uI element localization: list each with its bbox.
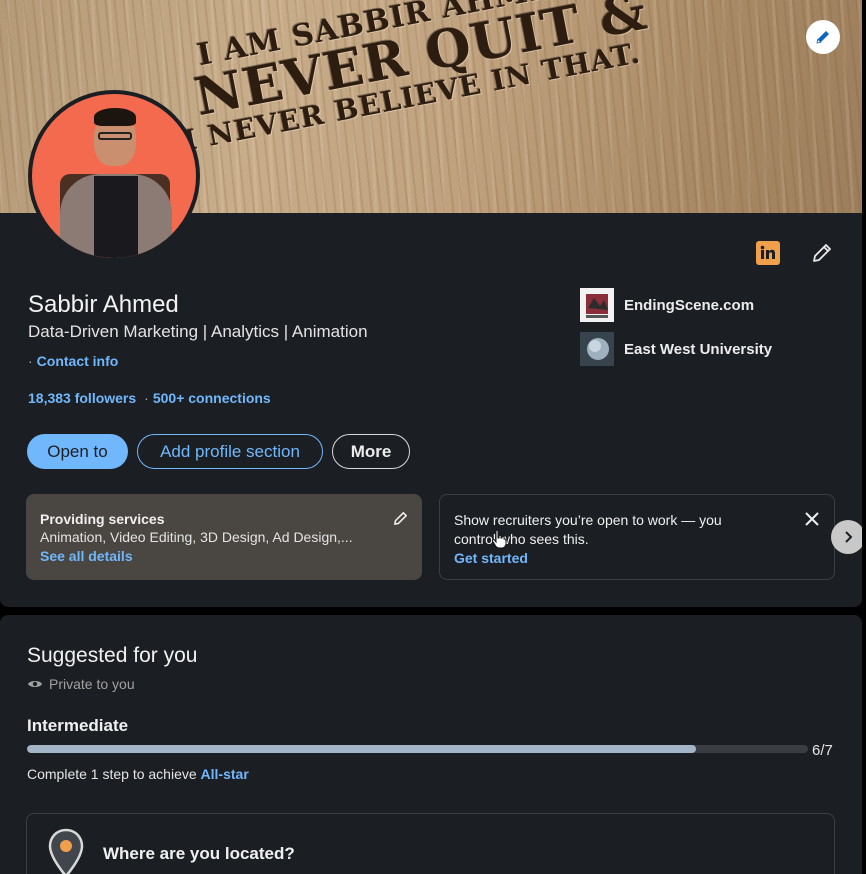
contact-info-link[interactable]: Contact info: [37, 353, 119, 369]
endingscene-logo-icon: [580, 288, 614, 322]
pencil-icon: [813, 244, 831, 262]
close-icon: [805, 512, 819, 526]
privacy-text: Private to you: [49, 676, 135, 692]
contact-info: · Contact info: [28, 353, 118, 369]
see-all-details-link[interactable]: See all details: [40, 547, 408, 566]
banner-quote: I AM SABBIR AHMED NEVER QUIT & I NEVER B…: [150, 0, 657, 157]
contact-separator: ·: [28, 353, 33, 369]
profile-strength-bar: [27, 745, 808, 753]
location-pin-icon: [48, 828, 84, 874]
network-stats: 18,383 followers · 500+ connections: [28, 390, 271, 406]
complete-step-text: Complete 1 step to achieve All-star: [27, 766, 249, 782]
add-profile-section-button[interactable]: Add profile section: [137, 434, 323, 469]
profile-strength-fill: [27, 745, 697, 753]
profile-avatar[interactable]: [28, 90, 200, 262]
suggested-title: Suggested for you: [27, 644, 198, 667]
university-logo-icon: [580, 332, 614, 366]
suggested-card: Suggested for you Private to you Interme…: [0, 615, 862, 874]
edit-services-button[interactable]: [390, 508, 410, 528]
complete-step-prefix: Complete 1 step to achieve: [27, 766, 197, 782]
avatar-shirt: [94, 176, 138, 258]
more-button[interactable]: More: [332, 434, 410, 469]
avatar-hair: [94, 108, 136, 126]
otw-text-line-1: Show recruiters you’re open to work — yo…: [454, 512, 722, 528]
stats-separator: ·: [144, 390, 149, 406]
followers-link[interactable]: 18,383 followers: [28, 390, 136, 406]
eye-icon: [28, 681, 42, 687]
privacy-note: Private to you: [27, 676, 135, 692]
get-started-link[interactable]: Get started: [454, 549, 820, 568]
pencil-icon: [816, 31, 829, 44]
profile-name: Sabbir Ahmed: [28, 291, 179, 318]
profile-strength-level: Intermediate: [27, 716, 129, 735]
profile-card: I AM SABBIR AHMED NEVER QUIT & I NEVER B…: [0, 0, 862, 607]
avatar-glasses: [98, 132, 132, 140]
mouse-cursor-icon: [491, 529, 507, 554]
org-name-endingscene: EndingScene.com: [624, 296, 755, 314]
profile-strength-count: 6/7: [812, 742, 833, 759]
connections-link[interactable]: 500+ connections: [153, 390, 271, 406]
providing-services-panel[interactable]: Providing services Animation, Video Edit…: [26, 494, 422, 580]
edit-banner-button[interactable]: [806, 20, 840, 54]
linkedin-icon: [760, 245, 775, 259]
location-suggestion[interactable]: Where are you located?: [26, 813, 835, 874]
org-item-university[interactable]: East West University: [580, 332, 772, 366]
location-prompt: Where are you located?: [103, 844, 295, 863]
open-to-button[interactable]: Open to: [27, 434, 128, 469]
edit-intro-button[interactable]: [808, 239, 836, 267]
services-list: Animation, Video Editing, 3D Design, Ad …: [40, 529, 353, 545]
linkedin-badge-button[interactable]: [756, 241, 780, 265]
dismiss-otw-button[interactable]: [802, 509, 822, 529]
org-item-endingscene[interactable]: EndingScene.com: [580, 288, 754, 322]
carousel-next-button[interactable]: [831, 520, 862, 554]
profile-headline: Data-Driven Marketing | Analytics | Anim…: [28, 322, 368, 341]
all-star-link[interactable]: All-star: [201, 766, 249, 782]
chevron-right-icon: [845, 531, 853, 543]
pencil-icon: [393, 511, 407, 525]
org-name-university: East West University: [624, 340, 773, 358]
services-title: Providing services: [40, 511, 165, 527]
otw-text-line-2: control who sees this.: [454, 531, 589, 547]
